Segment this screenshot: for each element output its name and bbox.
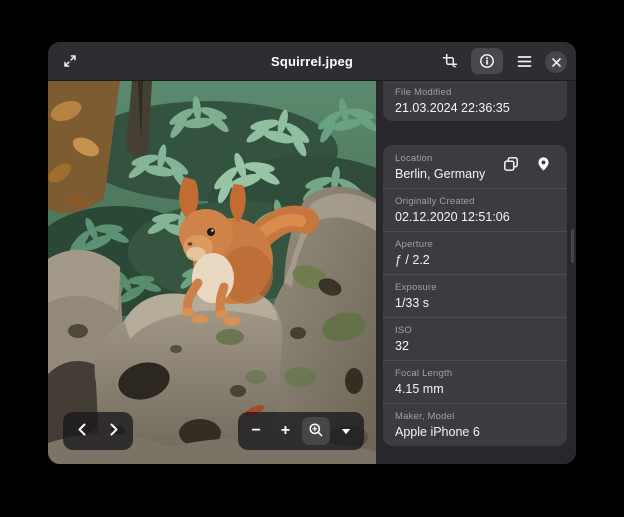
desktop-background: Squirrel.jpeg xyxy=(0,0,624,517)
open-map-button[interactable] xyxy=(531,155,555,179)
property-value: 21.03.2024 22:36:35 xyxy=(395,101,555,115)
property-label: Originally Created xyxy=(395,196,555,207)
property-value: 02.12.2020 12:51:06 xyxy=(395,210,555,224)
magnifier-plus-icon xyxy=(308,422,324,441)
property-value: 4.15 mm xyxy=(395,382,555,396)
map-pin-icon xyxy=(536,156,551,177)
property-label: File Modified xyxy=(395,87,555,98)
property-label: Focal Length xyxy=(395,368,555,379)
fullscreen-icon xyxy=(62,53,78,69)
properties-panel[interactable]: File Modified 21.03.2024 22:36:35 Locati… xyxy=(376,81,576,464)
close-button[interactable] xyxy=(545,51,567,73)
property-label: Aperture xyxy=(395,239,555,250)
info-icon xyxy=(479,53,495,69)
property-row-exposure: Exposure 1/33 s xyxy=(383,274,567,317)
property-value: 32 xyxy=(395,339,555,353)
property-row-focal-length: Focal Length 4.15 mm xyxy=(383,360,567,403)
copy-location-button[interactable] xyxy=(499,155,523,179)
property-value: Berlin, Germany xyxy=(395,167,495,181)
main-menu-button[interactable] xyxy=(510,48,538,74)
property-value: Apple iPhone 6 xyxy=(395,425,555,439)
squirrel-photo xyxy=(48,81,376,464)
chevron-right-icon xyxy=(110,423,118,439)
previous-image-button[interactable] xyxy=(69,417,95,445)
property-row-location: Location Berlin, Germany xyxy=(383,145,567,188)
copy-icon xyxy=(503,156,519,177)
close-icon xyxy=(552,58,561,67)
fullscreen-button[interactable] xyxy=(56,48,84,74)
dropdown-caret-icon xyxy=(341,428,351,435)
property-label: Exposure xyxy=(395,282,555,293)
property-row-maker-model: Maker, Model Apple iPhone 6 xyxy=(383,403,567,446)
header-bar[interactable]: Squirrel.jpeg xyxy=(48,42,576,81)
file-info-card: File Modified 21.03.2024 22:36:35 xyxy=(383,81,567,121)
property-row-file-modified: File Modified 21.03.2024 22:36:35 xyxy=(383,81,567,121)
zoom-controls-overlay: − + xyxy=(238,412,364,450)
property-value: ƒ / 2.2 xyxy=(395,253,555,267)
property-label: Location xyxy=(395,153,495,164)
next-image-button[interactable] xyxy=(101,417,127,445)
zoom-menu-button[interactable] xyxy=(333,417,359,445)
hamburger-menu-icon xyxy=(517,55,532,68)
exif-info-card: Location Berlin, Germany xyxy=(383,145,567,446)
property-value: 1/33 s xyxy=(395,296,555,310)
zoom-in-button[interactable]: + xyxy=(272,417,298,445)
zoom-out-button[interactable]: − xyxy=(243,417,269,445)
property-label: ISO xyxy=(395,325,555,336)
property-row-iso: ISO 32 xyxy=(383,317,567,360)
crop-icon xyxy=(442,53,458,69)
image-viewer-window: Squirrel.jpeg xyxy=(48,42,576,464)
image-nav-overlay xyxy=(63,412,133,450)
property-label: Maker, Model xyxy=(395,411,555,422)
photo-canvas[interactable]: − + xyxy=(48,81,376,464)
property-row-aperture: Aperture ƒ / 2.2 xyxy=(383,231,567,274)
best-fit-button[interactable] xyxy=(302,417,330,445)
crop-button[interactable] xyxy=(436,48,464,74)
property-row-originally-created: Originally Created 02.12.2020 12:51:06 xyxy=(383,188,567,231)
properties-button[interactable] xyxy=(471,48,503,74)
chevron-left-icon xyxy=(78,423,86,439)
panel-scrollbar[interactable] xyxy=(571,229,574,263)
